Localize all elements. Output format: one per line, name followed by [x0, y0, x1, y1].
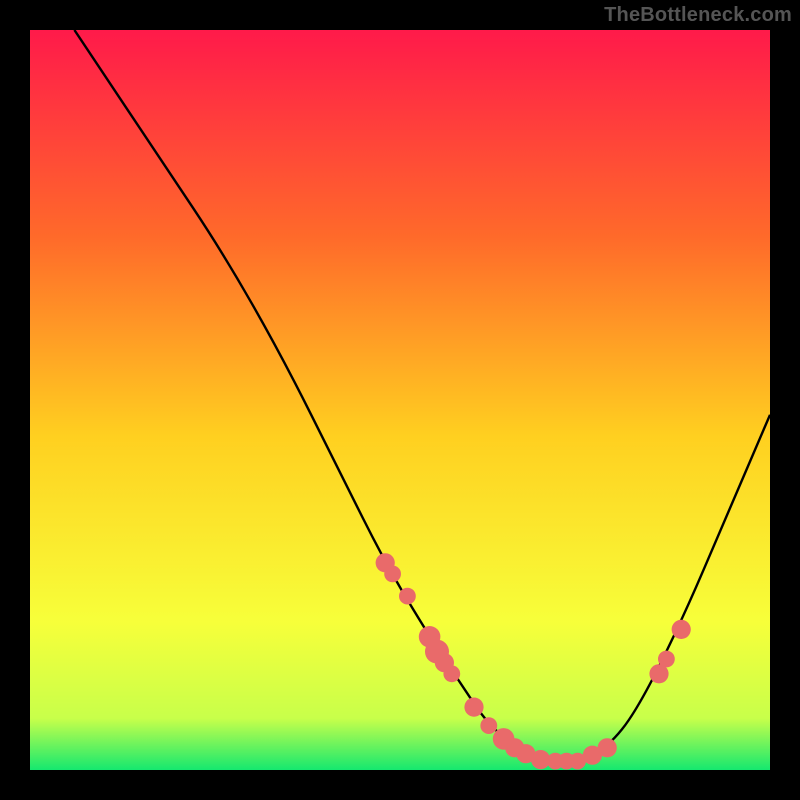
data-marker — [598, 738, 617, 757]
data-marker — [399, 588, 416, 605]
data-marker — [384, 566, 401, 583]
data-marker — [464, 698, 483, 717]
data-marker — [672, 620, 691, 639]
plot-area — [30, 30, 770, 770]
watermark-text: TheBottleneck.com — [604, 4, 792, 27]
data-marker — [480, 717, 497, 734]
data-marker — [443, 665, 460, 682]
chart-frame: TheBottleneck.com — [0, 0, 800, 800]
data-marker — [658, 651, 675, 668]
bottleneck-curve-chart — [30, 30, 770, 770]
